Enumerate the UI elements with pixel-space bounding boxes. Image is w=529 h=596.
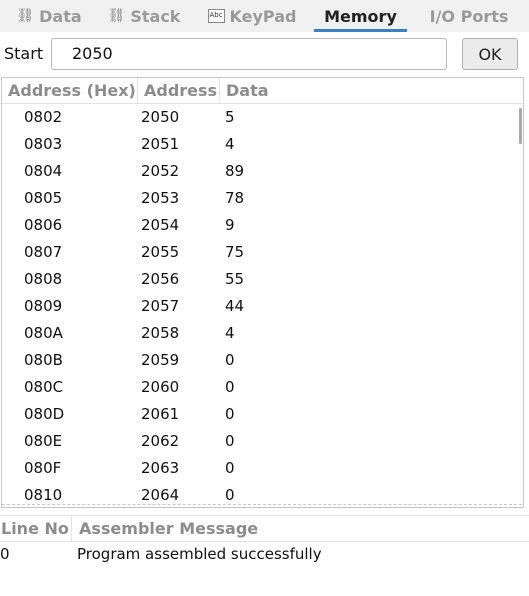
memory-table-header: Address (Hex) Address Data — [2, 78, 523, 104]
cell-address-hex: 0809 — [24, 297, 63, 315]
cell-data[interactable]: 0 — [225, 401, 235, 428]
table-row[interactable]: 080D 2061 0 — [2, 401, 517, 428]
divider — [2, 504, 522, 505]
table-row[interactable]: 0809 2057 44 — [2, 293, 517, 320]
table-row[interactable]: 0803 2051 4 — [2, 131, 517, 158]
start-address-input[interactable]: 2050 — [51, 38, 447, 70]
table-row[interactable]: 080E 2062 0 — [2, 428, 517, 455]
table-row[interactable]: 080F 2063 0 — [2, 455, 517, 482]
cell-address: 2059 — [141, 351, 180, 369]
assembler-message-header: Line No Assembler Message — [0, 515, 529, 542]
tab-memory[interactable]: Memory — [314, 0, 407, 32]
table-row[interactable]: 0808 2056 55 — [2, 266, 517, 293]
tab-io-ports-label: I/O Ports — [429, 6, 509, 26]
abc-keypad-icon: Abc — [207, 9, 225, 23]
cell-data[interactable]: 75 — [225, 239, 244, 266]
cell-address: 2061 — [141, 405, 180, 423]
table-row[interactable]: 080A 2058 4 — [2, 320, 517, 347]
cell-data[interactable]: 4 — [225, 320, 235, 347]
cell-address: 2062 — [141, 432, 180, 450]
cell-data[interactable]: 0 — [225, 347, 235, 374]
cell-address: 2054 — [141, 216, 180, 234]
cell-address-hex: 0808 — [24, 270, 63, 288]
cell-address-hex: 0803 — [24, 135, 63, 153]
table-row[interactable]: 0804 2052 89 — [2, 158, 517, 185]
start-label: Start — [4, 44, 44, 63]
link-icon: ⛓ — [16, 8, 35, 24]
assembler-message-row[interactable]: 0 Program assembled successfully — [0, 541, 529, 567]
column-header-address-hex[interactable]: Address (Hex) — [2, 78, 138, 103]
cell-address: 2051 — [141, 135, 180, 153]
cell-address-hex: 0802 — [24, 108, 63, 126]
link-icon: ⛓ — [107, 8, 126, 24]
table-row[interactable]: 080C 2060 0 — [2, 374, 517, 401]
column-header-data[interactable]: Data — [220, 78, 300, 103]
cell-data[interactable]: 4 — [225, 131, 235, 158]
cell-address-hex: 0805 — [24, 189, 63, 207]
cell-data[interactable]: 0 — [225, 428, 235, 455]
cell-address-hex: 080E — [24, 432, 63, 450]
table-row[interactable]: 080B 2059 0 — [2, 347, 517, 374]
cell-address-hex: 0806 — [24, 216, 63, 234]
table-row[interactable]: 0807 2055 75 — [2, 239, 517, 266]
cell-address-hex: 0807 — [24, 243, 63, 261]
cell-data[interactable]: 89 — [225, 158, 244, 185]
tab-data-label: Data — [39, 6, 82, 26]
table-row[interactable]: 0806 2054 9 — [2, 212, 517, 239]
tab-stack-label: Stack — [130, 6, 181, 26]
memory-table-scrollbar[interactable] — [517, 104, 523, 507]
cell-data[interactable]: 9 — [225, 212, 235, 239]
cell-address-hex: 080C — [24, 378, 64, 396]
tab-keypad-label: KeyPad — [229, 6, 297, 26]
cell-address-hex: 080B — [24, 351, 63, 369]
memory-table: Address (Hex) Address Data 0802 2050 5 0803… — [1, 77, 524, 508]
tab-memory-label: Memory — [324, 6, 397, 26]
cell-data[interactable]: 0 — [225, 374, 235, 401]
cell-address: 2060 — [141, 378, 180, 396]
scrollbar-thumb[interactable] — [519, 108, 522, 144]
cell-data[interactable]: 0 — [225, 455, 235, 482]
cell-address-hex: 080F — [24, 459, 62, 477]
cell-address: 2056 — [141, 270, 180, 288]
cell-address: 2057 — [141, 297, 180, 315]
tab-stack[interactable]: ⛓ Stack — [106, 0, 182, 32]
tab-bar: ⛓ Data ⛓ Stack Abc KeyPad Memory I/O Por… — [0, 0, 529, 32]
cell-address: 2063 — [141, 459, 180, 477]
table-row[interactable]: 0802 2050 5 — [2, 104, 517, 131]
cell-address: 2053 — [141, 189, 180, 207]
cell-address: 2050 — [141, 108, 180, 126]
cell-address: 2055 — [141, 243, 180, 261]
assembler-message: Program assembled successfully — [77, 545, 322, 563]
cell-data[interactable]: 5 — [225, 104, 235, 131]
memory-table-body: 0802 2050 5 0803 2051 4 0804 2052 89 0805 2053 78 08… — [2, 104, 517, 507]
cell-address-hex: 080D — [24, 405, 65, 423]
column-header-line-no[interactable]: Line No — [0, 516, 72, 541]
tab-io-ports[interactable]: I/O Ports — [421, 0, 517, 32]
table-row[interactable]: 0805 2053 78 — [2, 185, 517, 212]
tab-keypad[interactable]: Abc KeyPad — [206, 0, 298, 32]
line-number: 0 — [0, 545, 10, 563]
cell-data[interactable]: 44 — [225, 293, 244, 320]
cell-data[interactable]: 55 — [225, 266, 244, 293]
cell-address: 2052 — [141, 162, 180, 180]
column-header-assembler-message[interactable]: Assembler Message — [72, 516, 529, 541]
cell-address-hex: 0804 — [24, 162, 63, 180]
column-header-address[interactable]: Address — [138, 78, 220, 103]
cell-address: 2058 — [141, 324, 180, 342]
cell-data[interactable]: 78 — [225, 185, 244, 212]
cell-address-hex: 080A — [24, 324, 63, 342]
tab-data[interactable]: ⛓ Data — [14, 0, 84, 32]
ok-button[interactable]: OK — [462, 38, 518, 70]
